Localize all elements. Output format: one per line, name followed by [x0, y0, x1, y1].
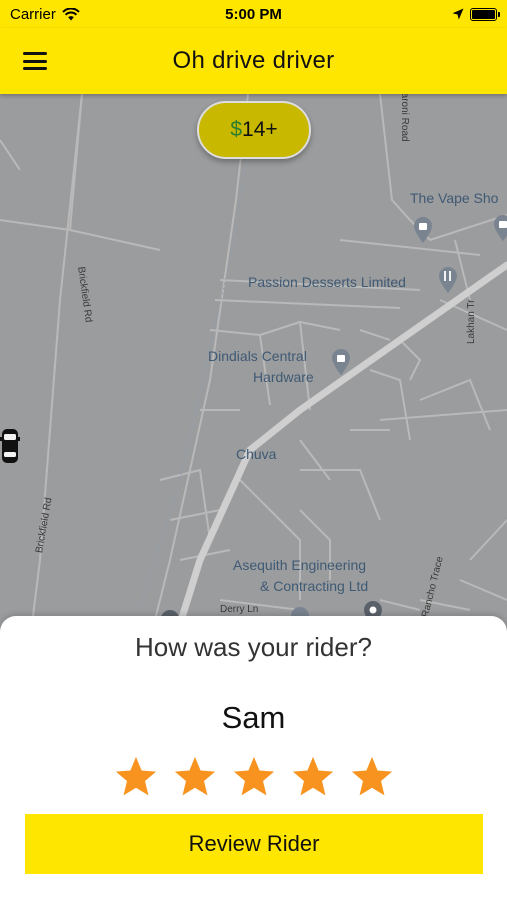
fare-badge[interactable]: $14+ — [197, 101, 311, 159]
road-label: Lakhan Tr — [466, 299, 477, 344]
star-icon[interactable] — [113, 754, 159, 800]
menu-button[interactable] — [22, 50, 48, 72]
place-label: & Contracting Ltd — [260, 578, 369, 594]
hamburger-line — [23, 67, 47, 70]
shopping-pin-icon[interactable] — [492, 214, 507, 242]
carrier-label: Carrier — [10, 5, 56, 23]
location-arrow-icon — [452, 8, 464, 20]
status-right — [452, 7, 500, 21]
wifi-icon — [62, 7, 80, 20]
hamburger-icon — [23, 52, 47, 55]
status-bar: Carrier 5:00 PM — [0, 0, 507, 28]
fare-currency: $ — [230, 118, 243, 141]
star-rating — [113, 754, 395, 800]
status-left: Carrier — [10, 6, 80, 23]
shopping-pin-icon[interactable] — [412, 216, 434, 244]
star-icon[interactable] — [231, 754, 277, 800]
fare-amount: 14+ — [242, 118, 278, 141]
driver-car-icon — [0, 429, 20, 463]
rating-sheet: How was your rider? Sam Review Rider — [0, 616, 507, 900]
rating-question: How was your rider? — [135, 632, 372, 662]
rider-name: Sam — [221, 700, 286, 735]
review-rider-button[interactable]: Review Rider — [25, 814, 483, 874]
restaurant-pin-icon[interactable] — [437, 266, 459, 294]
app-header: Oh drive driver — [0, 28, 507, 94]
hamburger-line — [23, 59, 47, 63]
road-label: Saroni Road — [399, 94, 410, 142]
place-label: The Vape Sho — [410, 190, 499, 206]
place-label: Chuva — [236, 446, 277, 462]
star-icon[interactable] — [290, 754, 336, 800]
place-label: Dindials Central — [208, 348, 307, 364]
place-label: Passion Desserts Limited — [248, 274, 406, 290]
place-label: Hardware — [253, 369, 314, 385]
map-view[interactable]: The Vape Sho Passion Desserts Limited Di… — [0, 94, 507, 634]
page-title: Oh drive driver — [172, 47, 335, 74]
star-icon[interactable] — [349, 754, 395, 800]
place-label: Asequith Engineering — [233, 557, 367, 573]
road-label: Derry Ln — [220, 604, 259, 615]
star-icon[interactable] — [172, 754, 218, 800]
battery-icon — [470, 7, 500, 21]
shopping-pin-icon[interactable] — [330, 348, 352, 376]
